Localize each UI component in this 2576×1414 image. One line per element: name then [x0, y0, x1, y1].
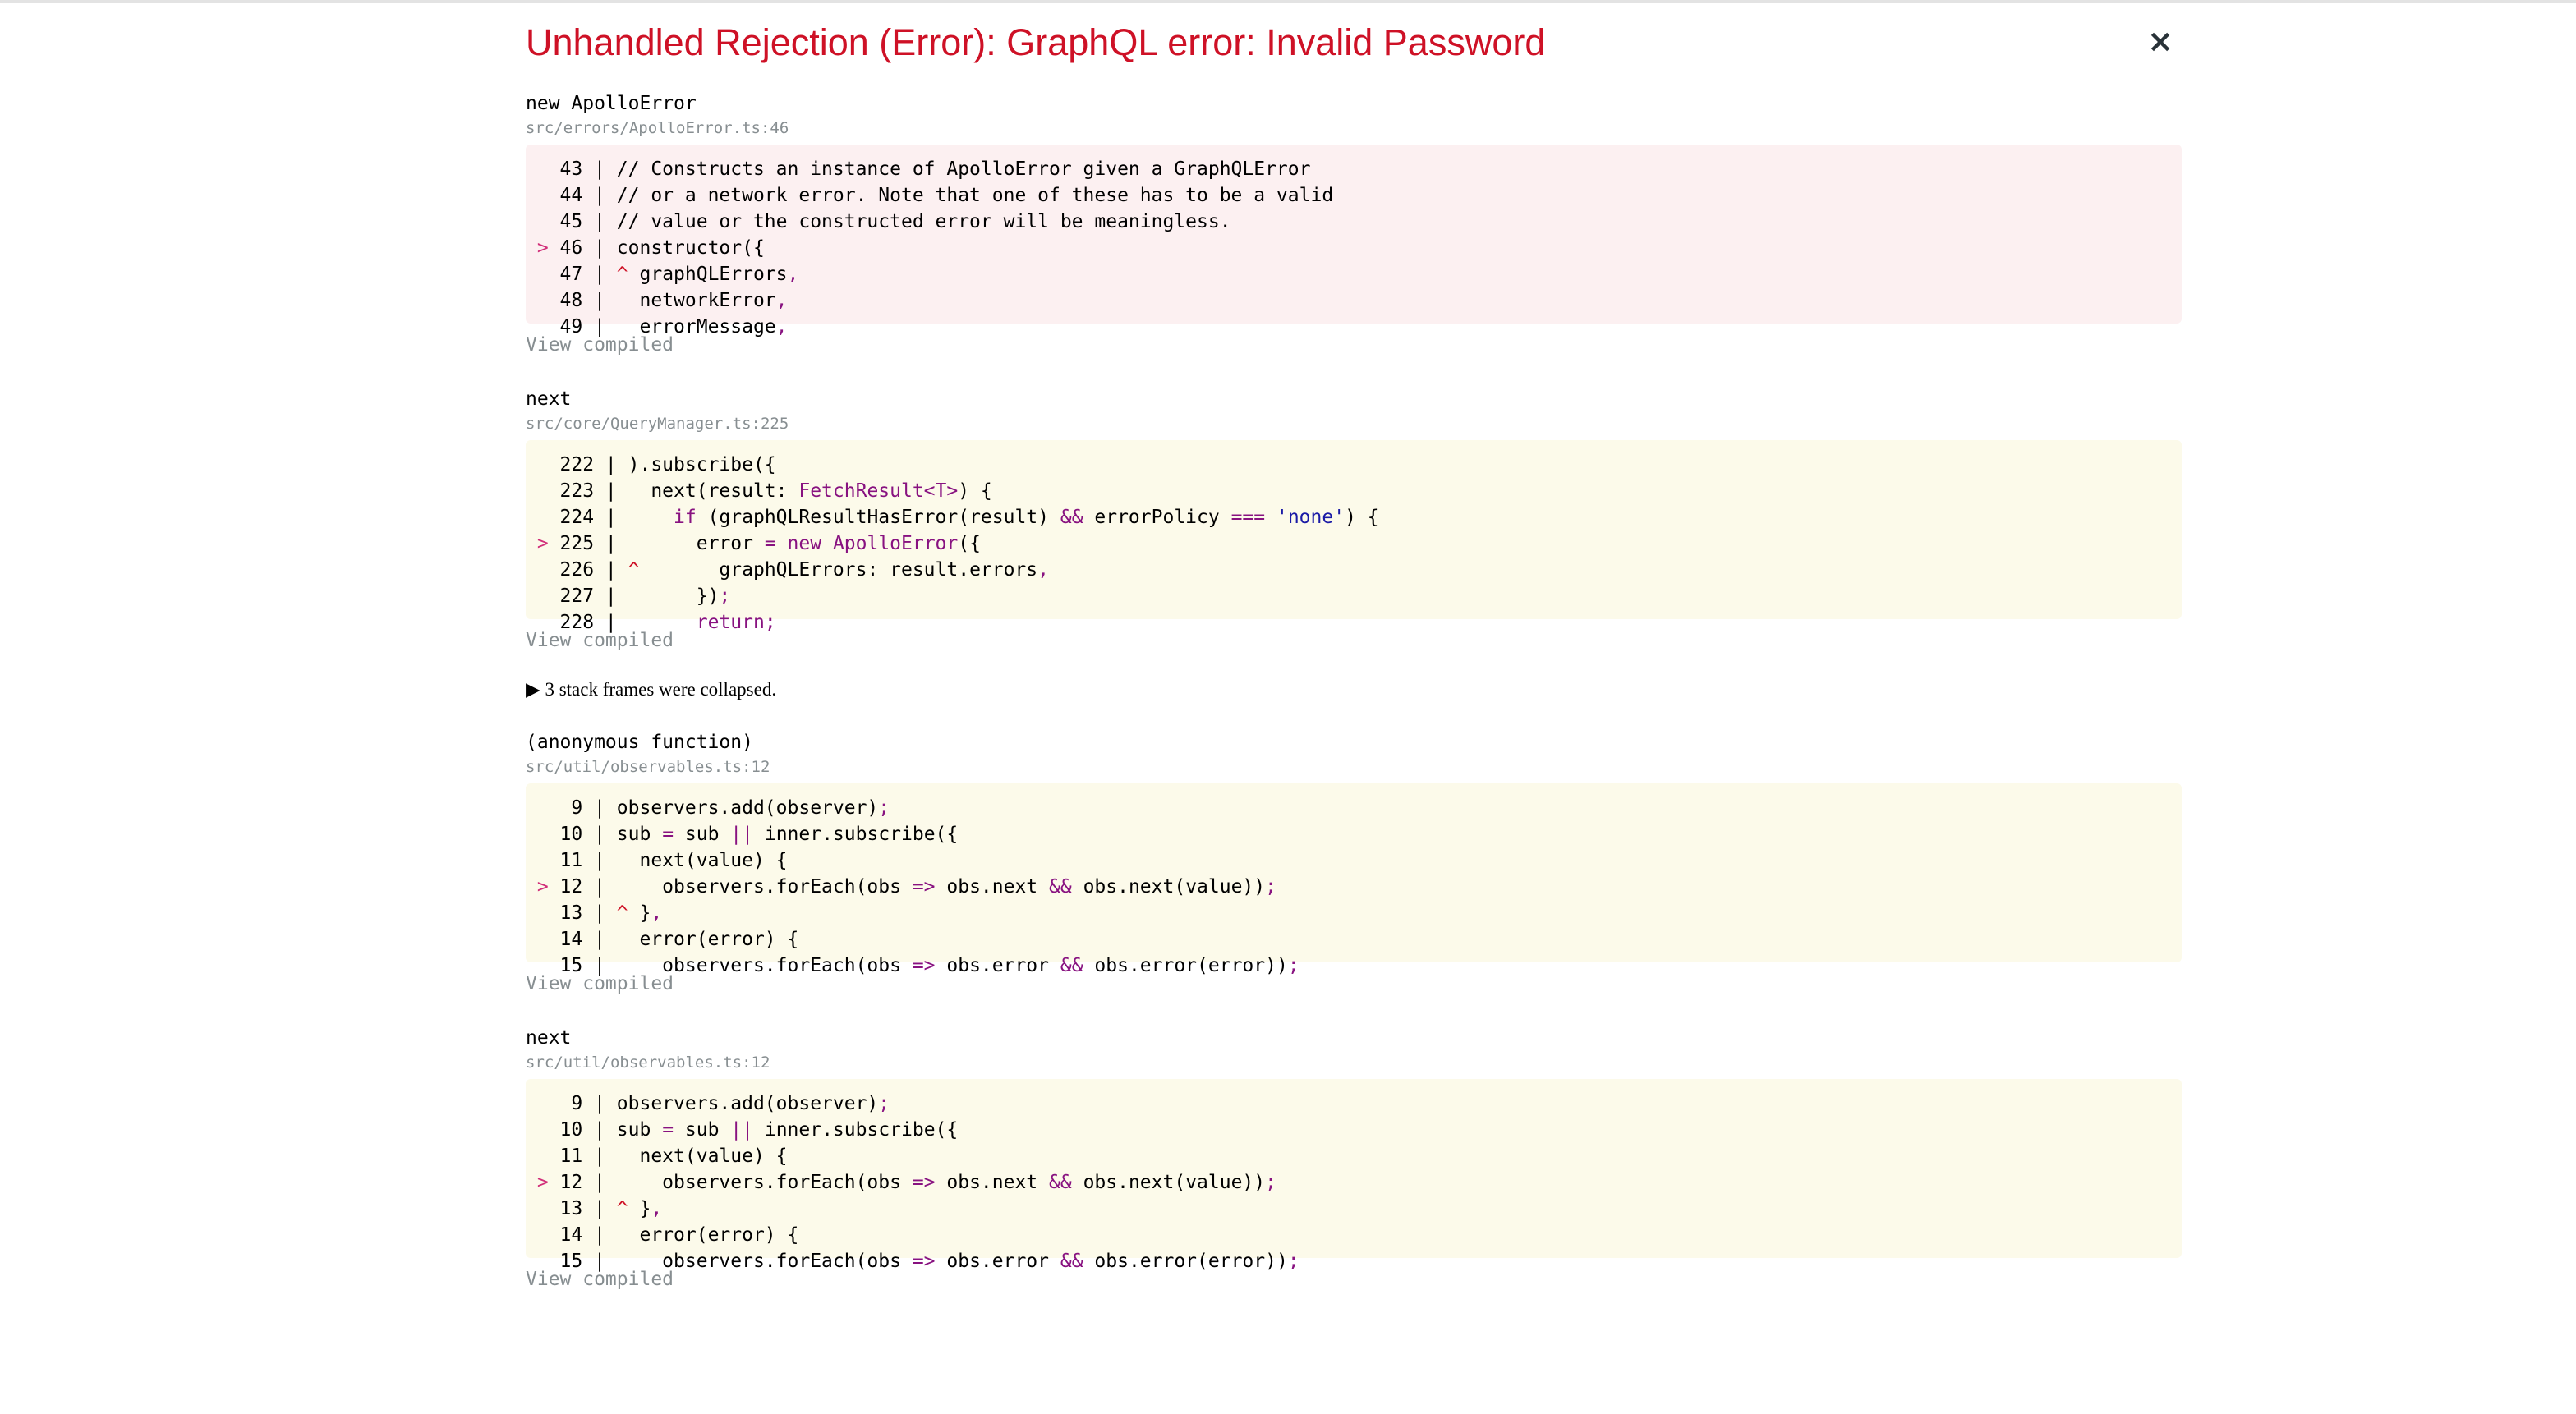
code-text: error(error) {	[616, 1224, 799, 1246]
line-gutter: 44 |	[559, 185, 617, 206]
code-line: 10 | sub = sub || inner.subscribe({	[526, 1117, 2182, 1143]
line-gutter: 226 |	[559, 559, 628, 581]
code-text: error(error) {	[616, 929, 799, 950]
code-text: });	[628, 585, 731, 607]
line-gutter: 223 |	[559, 480, 628, 502]
line-gutter: 9 |	[559, 1093, 617, 1114]
frame-function-name: next	[526, 1027, 572, 1049]
code-line: 14 | error(error) {	[526, 926, 2182, 953]
code-text: error = new ApolloError({	[628, 533, 981, 554]
line-gutter: 14 |	[559, 929, 617, 950]
frame-file-location[interactable]: src/util/observables.ts:12	[526, 1051, 2182, 1074]
frame-function-name: (anonymous function)	[526, 732, 753, 753]
code-text: // or a network error. Note that one of …	[616, 185, 1334, 206]
code-line: 44 | // or a network error. Note that on…	[526, 182, 2182, 209]
error-title: Unhandled Rejection (Error): GraphQL err…	[526, 21, 1546, 63]
code-text: if (graphQLResultHasError(result) && err…	[674, 507, 1379, 528]
stack-frame: new ApolloError src/errors/ApolloError.ts…	[526, 90, 2182, 358]
line-gutter: 222 |	[559, 454, 628, 475]
line-gutter: 13 |	[559, 1198, 617, 1219]
code-line: 9 | observers.add(observer);	[526, 1090, 2182, 1117]
code-line: 14 | error(error) {	[526, 1222, 2182, 1248]
line-gutter: 10 |	[559, 1119, 617, 1141]
code-snippet: 222 | ).subscribe({ 223 | next(result: F…	[526, 440, 2182, 633]
frame-file-location[interactable]: src/core/QueryManager.ts:225	[526, 412, 2182, 435]
code-line: 222 | ).subscribe({	[526, 452, 2182, 478]
code-text: observers.forEach(obs => obs.error && ob…	[616, 955, 1300, 976]
code-line: 48 | networkError,	[526, 287, 2182, 314]
code-line: 45 | // value or the constructed error w…	[526, 209, 2182, 235]
line-gutter: > 46 |	[526, 237, 617, 259]
frame-file-location[interactable]: src/errors/ApolloError.ts:46	[526, 117, 2182, 140]
line-gutter: 11 |	[559, 850, 617, 871]
code-line: 47 | ^ graphQLErrors,	[526, 261, 2182, 287]
code-line: 10 | sub = sub || inner.subscribe({	[526, 821, 2182, 847]
code-line: 226 | ^ graphQLErrors: result.errors,	[526, 557, 2182, 583]
line-gutter: 9 |	[559, 797, 617, 819]
code-text: sub = sub || inner.subscribe({	[616, 1119, 959, 1141]
code-line: 224 | if (graphQLResultHasError(result) …	[526, 504, 2182, 530]
line-gutter: 13 |	[559, 902, 617, 924]
code-text: next(result: FetchResult<T>) {	[628, 480, 992, 502]
code-line: 43 | // Constructs an instance of Apollo…	[526, 156, 2182, 182]
line-gutter: 45 |	[559, 211, 617, 232]
line-gutter: 47 |	[559, 264, 617, 285]
code-snippet: 9 | observers.add(observer); 10 | sub = …	[526, 1079, 2182, 1272]
line-gutter: > 225 |	[526, 533, 628, 554]
highlighted-code-line: > 12 | observers.forEach(obs => obs.next…	[526, 1169, 2182, 1196]
code-text: observers.forEach(obs => obs.error && ob…	[616, 1251, 1300, 1272]
code-line: 223 | next(result: FetchResult<T>) {	[526, 478, 2182, 504]
collapsed-frames-toggle[interactable]: ▶ 3 stack frames were collapsed.	[526, 677, 2182, 703]
highlighted-code-line: > 225 | error = new ApolloError({	[526, 530, 2182, 557]
line-gutter: 10 |	[559, 824, 617, 845]
code-line: 13 | ^ },	[526, 900, 2182, 926]
code-line: 13 | ^ },	[526, 1196, 2182, 1222]
code-text: next(value) {	[616, 850, 788, 871]
frame-function-name: next	[526, 388, 572, 410]
line-gutter: 48 |	[559, 290, 617, 311]
code-text: observers.forEach(obs => obs.next && obs…	[616, 876, 1276, 898]
frame-function-name: new ApolloError	[526, 93, 697, 114]
code-text: ).subscribe({	[628, 454, 776, 475]
frame-file-location[interactable]: src/util/observables.ts:12	[526, 755, 2182, 778]
code-line: 9 | observers.add(observer);	[526, 795, 2182, 821]
overlay-header: Unhandled Rejection (Error): GraphQL err…	[526, 0, 2182, 90]
stack-frame: next src/core/QueryManager.ts:225 222 | )…	[526, 386, 2182, 654]
highlighted-code-line: > 12 | observers.forEach(obs => obs.next…	[526, 874, 2182, 900]
line-gutter: 11 |	[559, 1145, 617, 1167]
stack-trace: new ApolloError src/errors/ApolloError.ts…	[526, 90, 2182, 1292]
code-text: constructor({	[616, 237, 765, 259]
highlighted-code-line: > 46 | constructor({	[526, 235, 2182, 261]
code-text: networkError,	[616, 290, 788, 311]
code-text: // value or the constructed error will b…	[616, 211, 1231, 232]
code-text: ^ },	[616, 902, 663, 924]
error-overlay: Unhandled Rejection (Error): GraphQL err…	[526, 0, 2182, 1292]
code-line: 227 | });	[526, 583, 2182, 609]
line-gutter: 227 |	[559, 585, 628, 607]
code-snippet: 43 | // Constructs an instance of Apollo…	[526, 145, 2182, 337]
code-text: next(value) {	[616, 1145, 788, 1167]
code-text: ^ },	[616, 1198, 663, 1219]
stack-frame: next src/util/observables.ts:12 9 | obser…	[526, 1025, 2182, 1292]
code-text: observers.add(observer);	[616, 797, 890, 819]
line-gutter: 43 |	[559, 158, 617, 180]
code-line: 11 | next(value) {	[526, 1143, 2182, 1169]
stack-frame: (anonymous function) src/util/observables…	[526, 729, 2182, 997]
code-snippet: 9 | observers.add(observer); 10 | sub = …	[526, 783, 2182, 976]
code-line: 11 | next(value) {	[526, 847, 2182, 874]
line-gutter: > 12 |	[526, 876, 617, 898]
line-gutter: 14 |	[559, 1224, 617, 1246]
close-icon[interactable]: ×	[2144, 25, 2177, 57]
code-text: // Constructs an instance of ApolloError…	[616, 158, 1311, 180]
code-text: sub = sub || inner.subscribe({	[616, 824, 959, 845]
code-text: observers.forEach(obs => obs.next && obs…	[616, 1172, 1276, 1193]
code-text: observers.add(observer);	[616, 1093, 890, 1114]
line-gutter: 224 |	[559, 507, 628, 528]
code-text: ^ graphQLErrors,	[616, 264, 799, 285]
line-gutter: > 12 |	[526, 1172, 617, 1193]
code-text: ^ graphQLErrors: result.errors,	[628, 559, 1050, 581]
